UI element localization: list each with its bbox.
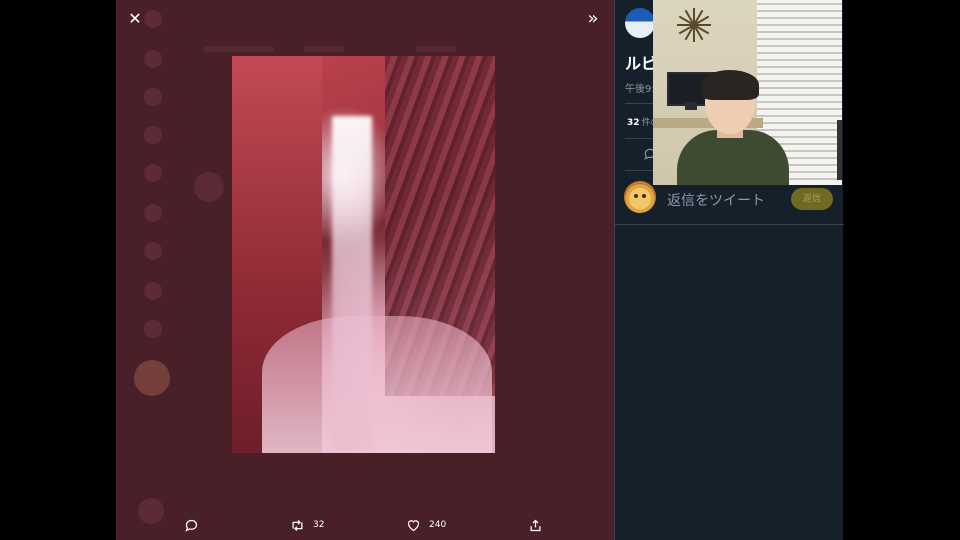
profile-icon <box>144 282 162 300</box>
webcam-overlay <box>653 0 842 185</box>
webcam-person <box>677 130 789 185</box>
bookmarks-icon <box>144 204 162 222</box>
media-viewer: ✕ » 32 240 <box>116 0 614 540</box>
retweet-button[interactable]: 32 <box>290 510 324 540</box>
share-icon <box>530 519 541 531</box>
explore-icon <box>144 88 162 106</box>
avatar-eye <box>642 194 646 198</box>
like-button[interactable]: 240 <box>406 510 446 540</box>
tweet-timestamp: 午後9: <box>625 84 655 95</box>
like-icon <box>407 519 420 531</box>
stats-count: 32 <box>627 118 640 128</box>
background-tweet-avatar <box>194 172 224 202</box>
background-tab <box>304 46 344 52</box>
avatar-eye <box>634 194 638 198</box>
background-compose-button <box>134 360 170 396</box>
tweet-photo[interactable] <box>232 56 495 453</box>
expand-sidebar-button[interactable]: » <box>582 8 604 30</box>
close-button[interactable]: ✕ <box>124 8 146 30</box>
reply-input[interactable]: 返信をツイート <box>667 190 765 210</box>
webcam-person <box>701 70 759 100</box>
lists-icon <box>144 242 162 260</box>
retweet-count: 32 <box>313 520 325 530</box>
user-avatar <box>624 181 656 213</box>
like-count: 240 <box>429 520 447 530</box>
webcam-chair <box>837 120 842 180</box>
retweet-icon <box>292 519 303 531</box>
messages-icon <box>144 164 162 182</box>
reply-icon <box>185 519 198 532</box>
photo-detail <box>262 316 492 453</box>
expand-icon: » <box>587 8 599 29</box>
notifications-icon <box>144 126 162 144</box>
reply-button[interactable] <box>184 510 199 540</box>
author-avatar[interactable] <box>625 8 655 38</box>
app-window: ✕ » 32 240 ルビ 午後9: 32 件の 返信をツイート 返信 <box>0 0 960 540</box>
tweet-action-bar: 32 240 <box>116 510 614 540</box>
home-icon <box>144 50 162 68</box>
background-nav-rail <box>134 0 174 540</box>
twitter-logo-icon <box>144 10 162 28</box>
reply-submit-button[interactable]: 返信 <box>791 188 833 210</box>
close-icon: ✕ <box>128 9 142 28</box>
wall-clock <box>677 8 711 42</box>
reply-composer: 返信をツイート 返信 <box>615 178 844 225</box>
more-icon <box>144 320 162 338</box>
share-button[interactable] <box>528 510 543 540</box>
webcam-monitor-stand <box>685 102 697 110</box>
background-tab <box>416 46 456 52</box>
photo-detail <box>332 116 372 453</box>
background-tab <box>204 46 274 52</box>
